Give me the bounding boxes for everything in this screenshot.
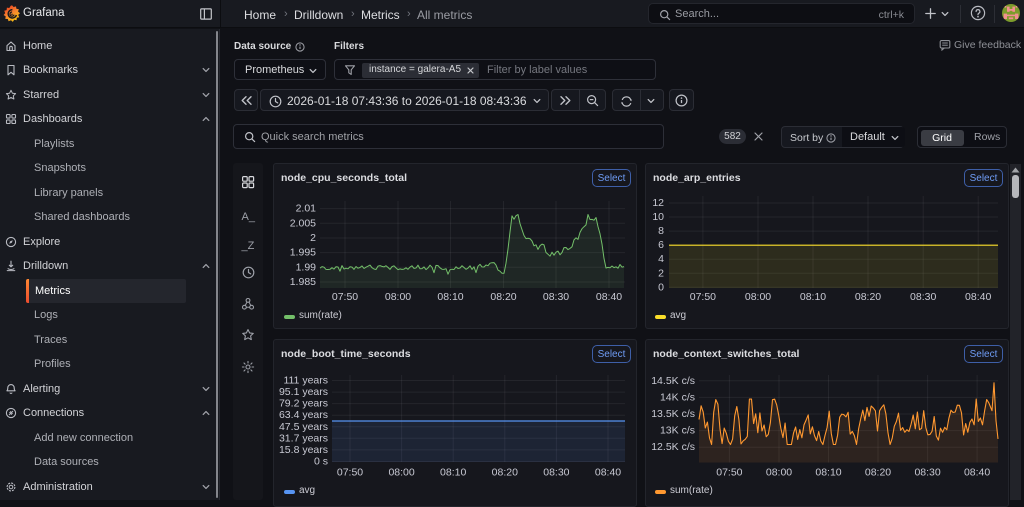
svg-text:12: 12 [652,197,664,209]
svg-text:2.005: 2.005 [290,217,316,229]
svg-text:14.5K c/s: 14.5K c/s [651,375,695,387]
svg-text:12.5K c/s: 12.5K c/s [651,441,695,453]
svg-text:08:10: 08:10 [815,467,841,479]
svg-text:07:50: 07:50 [337,467,363,479]
svg-text:08:00: 08:00 [766,467,792,479]
svg-text:2: 2 [658,267,664,279]
svg-text:95.1 years: 95.1 years [279,386,328,398]
svg-text:111 years: 111 years [283,375,328,387]
svg-text:10: 10 [652,211,664,223]
svg-text:08:40: 08:40 [596,291,622,303]
svg-text:13.5K c/s: 13.5K c/s [651,408,695,420]
svg-text:08:30: 08:30 [910,291,936,303]
svg-text:14K c/s: 14K c/s [660,391,695,403]
svg-text:79.2 years: 79.2 years [279,398,328,410]
svg-text:6: 6 [658,239,664,251]
svg-text:08:00: 08:00 [388,467,414,479]
svg-text:31.7 years: 31.7 years [279,432,328,444]
svg-text:07:50: 07:50 [332,291,358,303]
svg-text:15.8 years: 15.8 years [279,444,328,456]
svg-text:1.995: 1.995 [290,247,316,259]
svg-text:08:10: 08:10 [440,467,466,479]
svg-text:4: 4 [658,253,664,265]
svg-text:08:20: 08:20 [490,291,516,303]
svg-text:08:40: 08:40 [965,291,991,303]
svg-text:8: 8 [658,225,664,237]
svg-text:08:30: 08:30 [543,291,569,303]
svg-text:0: 0 [658,281,664,293]
svg-text:08:10: 08:10 [800,291,826,303]
svg-text:08:40: 08:40 [964,467,990,479]
svg-text:07:50: 07:50 [690,291,716,303]
svg-text:08:30: 08:30 [914,467,940,479]
svg-text:08:00: 08:00 [745,291,771,303]
svg-text:63.4 years: 63.4 years [279,409,328,421]
svg-text:2: 2 [310,232,316,244]
svg-text:13K c/s: 13K c/s [660,425,695,437]
svg-text:08:30: 08:30 [543,467,569,479]
svg-text:08:40: 08:40 [595,467,621,479]
svg-text:1.99: 1.99 [296,261,317,273]
svg-text:08:20: 08:20 [865,467,891,479]
svg-text:2.01: 2.01 [296,203,317,215]
svg-text:08:20: 08:20 [855,291,881,303]
svg-text:0 s: 0 s [314,456,328,468]
svg-text:08:20: 08:20 [492,467,518,479]
svg-text:07:50: 07:50 [716,467,742,479]
svg-text:08:10: 08:10 [437,291,463,303]
svg-text:47.5 years: 47.5 years [279,421,328,433]
svg-text:1.985: 1.985 [290,276,316,288]
svg-text:08:00: 08:00 [385,291,411,303]
